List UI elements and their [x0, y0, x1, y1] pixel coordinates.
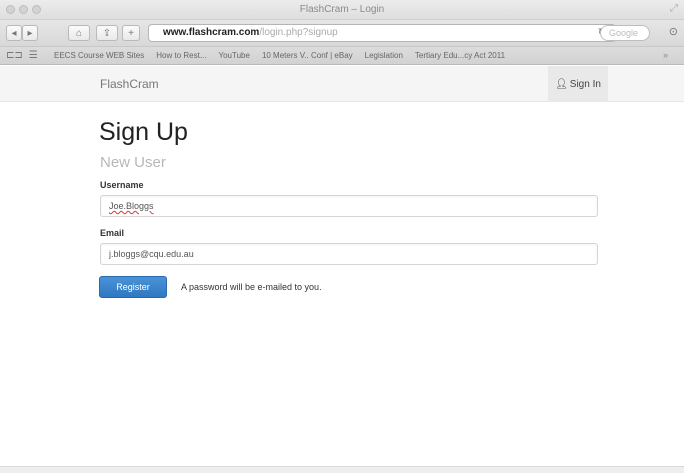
bookmark-item[interactable]: Tertiary Edu...cy Act 2011	[415, 51, 505, 60]
plus-icon: +	[128, 27, 134, 39]
share-button[interactable]: ⇪	[96, 25, 118, 41]
email-value: j.bloggs@cqu.edu.au	[109, 249, 194, 259]
brand-link[interactable]: FlashCram	[100, 77, 159, 91]
bookmarks-grid-icon[interactable]: ☰	[29, 50, 38, 61]
new-tab-button[interactable]: +	[122, 25, 140, 41]
downloads-icon[interactable]: ⊙	[669, 25, 678, 38]
email-input[interactable]: j.bloggs@cqu.edu.au	[100, 243, 598, 265]
forward-arrow-icon: ▸	[27, 27, 33, 39]
url-path: /login.php?signup	[259, 27, 338, 38]
bookmark-item[interactable]: Legislation	[365, 51, 403, 60]
back-arrow-icon: ◂	[11, 27, 17, 39]
bookmark-item[interactable]: EECS Course WEB Sites	[54, 51, 144, 60]
window-titlebar: FlashCram – Login ⤢	[0, 0, 684, 20]
back-button[interactable]: ◂	[6, 25, 22, 41]
reading-list-icon[interactable]: ⊏⊐	[6, 50, 23, 61]
sign-in-label: Sign In	[569, 78, 601, 90]
forward-button[interactable]: ▸	[22, 25, 38, 41]
username-input[interactable]: Joe.Bloggs	[100, 195, 598, 217]
bookmark-item[interactable]: YouTube	[219, 51, 250, 60]
register-button[interactable]: Register	[99, 276, 167, 298]
share-icon: ⇪	[102, 27, 112, 39]
browser-toolbar: ◂ ▸ ⌂ ⇪ + www.flashcram.com/login.php?si…	[0, 20, 684, 47]
search-input[interactable]: Google	[600, 25, 650, 41]
url-host: www.flashcram.com	[163, 27, 260, 38]
bookmark-item[interactable]: 10 Meters V.. Conf | eBay	[262, 51, 353, 60]
username-label: Username	[100, 180, 144, 190]
page-title: Sign Up	[99, 118, 188, 146]
password-hint: A password will be e-mailed to you.	[181, 282, 322, 292]
address-bar[interactable]: www.flashcram.com/login.php?signup ↻	[148, 24, 616, 42]
username-value: Joe.Bloggs	[109, 201, 154, 211]
more-bookmarks-icon[interactable]: »	[663, 50, 668, 60]
home-button[interactable]: ⌂	[68, 25, 90, 41]
window-title: FlashCram – Login	[299, 4, 385, 15]
bookmark-item[interactable]: How to Rest...	[156, 51, 206, 60]
window-bottom-edge	[0, 466, 684, 473]
home-icon: ⌂	[75, 27, 83, 39]
bookmarks-bar: ⊏⊐ ☰ EECS Course WEB Sites How to Rest..…	[0, 47, 684, 65]
email-label: Email	[100, 228, 125, 238]
bookmarks-icons: ⊏⊐ ☰	[6, 50, 38, 61]
fullscreen-icon[interactable]: ⤢	[670, 3, 678, 14]
site-navbar: FlashCram 👤︎ Sign In	[0, 66, 684, 102]
bookmarks-list: EECS Course WEB Sites How to Rest... You…	[54, 51, 505, 60]
user-icon: 👤︎	[555, 78, 568, 90]
page-subtitle: New User	[100, 154, 166, 171]
sign-in-link[interactable]: 👤︎ Sign In	[548, 66, 608, 102]
